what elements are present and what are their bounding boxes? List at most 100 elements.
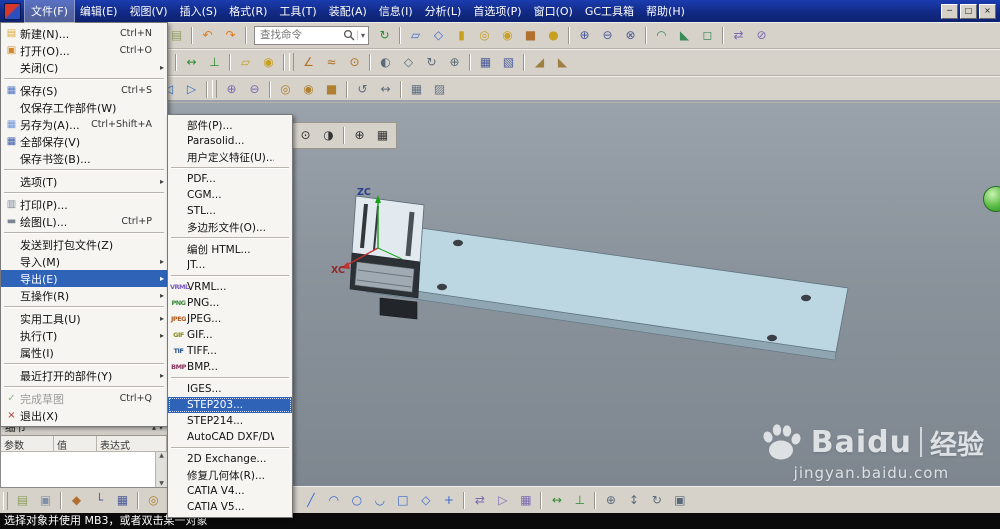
export-menu-item-r[interactable]: 修复几何体(R)...: [168, 467, 292, 483]
toolbar-grip[interactable]: [289, 53, 294, 71]
grid-display-button[interactable]: ▦: [406, 79, 427, 100]
file-menu-item-a[interactable]: ▦ 另存为(A)... Ctrl+Shift+A: [1, 116, 167, 133]
rectangle-tool-button[interactable]: □: [392, 490, 413, 511]
edge-blend-button[interactable]: ◠: [651, 25, 672, 46]
search-icon[interactable]: [341, 29, 357, 41]
chamfer-tool-button[interactable]: ◣: [552, 52, 573, 73]
fit-tool-button[interactable]: ▣: [669, 490, 690, 511]
block-button[interactable]: ■: [520, 25, 541, 46]
toolbar-grip[interactable]: [212, 80, 217, 98]
menubar-item-6[interactable]: 工具(T): [273, 0, 322, 22]
intersection-snap-button[interactable]: ⊙: [295, 125, 316, 146]
sketch-button[interactable]: ▱: [405, 25, 426, 46]
file-menu-item-p[interactable]: ▥ 打印(P)...: [1, 196, 167, 213]
rotate-tool-button[interactable]: ↻: [646, 490, 667, 511]
export-menu-item-parasolid[interactable]: Parasolid...: [168, 133, 292, 149]
constraint-tool-button[interactable]: ⊥: [569, 490, 590, 511]
undo-view-button[interactable]: ↺: [352, 79, 373, 100]
circle-tool-button[interactable]: ○: [346, 490, 367, 511]
intersect-button[interactable]: ⊗: [620, 25, 641, 46]
export-menu-item-stl[interactable]: STL...: [168, 203, 292, 219]
boolean-add-button[interactable]: ⊕: [221, 79, 242, 100]
export-menu-item-jpeg[interactable]: JPEG JPEG...: [168, 311, 292, 327]
export-menu-item-html[interactable]: 编创 HTML...: [168, 241, 292, 257]
cylinder-button[interactable]: ◎: [275, 79, 296, 100]
menubar-item-9[interactable]: 分析(L): [419, 0, 468, 22]
export-menu-item-o[interactable]: 多边形文件(O)...: [168, 219, 292, 235]
export-menu-item-pdf[interactable]: PDF...: [168, 171, 292, 187]
menubar-item-5[interactable]: 格式(R): [223, 0, 273, 22]
scroll-up-icon[interactable]: ▲: [159, 452, 164, 459]
export-menu-item-autocad-dxf-dwg[interactable]: AutoCAD DXF/DWG...: [168, 429, 292, 445]
file-menu-item-v[interactable]: ▦ 全部保存(V): [1, 133, 167, 150]
boss-button[interactable]: ◉: [298, 79, 319, 100]
layer-settings-button[interactable]: ▦: [475, 52, 496, 73]
point-tool-button[interactable]: +: [438, 490, 459, 511]
measure-angle-button[interactable]: ∠: [298, 52, 319, 73]
layer-visible-button[interactable]: ▧: [498, 52, 519, 73]
export-menu-item-gif[interactable]: GIF GIF...: [168, 327, 292, 343]
export-menu-item-2d-exchange[interactable]: 2D Exchange...: [168, 451, 292, 467]
file-menu-item-m[interactable]: 导入(M) ▸: [1, 253, 167, 270]
grid-snap-button[interactable]: ▦: [112, 490, 133, 511]
subtract-button[interactable]: ⊖: [597, 25, 618, 46]
restore-button[interactable]: □: [960, 3, 977, 19]
file-menu-item-t[interactable]: 执行(T) ▸: [1, 327, 167, 344]
menubar-item-8[interactable]: 信息(I): [373, 0, 419, 22]
details-scrollbar[interactable]: ▲ ▼: [155, 452, 167, 487]
file-menu-item-x[interactable]: × 退出(X): [1, 407, 167, 424]
menubar-item-4[interactable]: 插入(S): [174, 0, 224, 22]
file-menu-item-s[interactable]: ▦ 保存(S) Ctrl+S: [1, 82, 167, 99]
chamfer-button[interactable]: ◣: [674, 25, 695, 46]
scroll-down-icon[interactable]: ▼: [159, 480, 164, 487]
hole-button[interactable]: ◉: [497, 25, 518, 46]
wcs-toggle-button[interactable]: ⊕: [349, 125, 370, 146]
render-style-button[interactable]: ◐: [375, 52, 396, 73]
line-tool-button[interactable]: ╱: [300, 490, 321, 511]
pad-button[interactable]: ■: [321, 79, 342, 100]
pattern-tool-button[interactable]: ▦: [515, 490, 536, 511]
move-face-button[interactable]: ⇄: [728, 25, 749, 46]
arc-tool-button[interactable]: ◠: [323, 490, 344, 511]
measure-distance-button[interactable]: ⊙: [344, 52, 365, 73]
menubar-item-2[interactable]: 编辑(E): [74, 0, 124, 22]
file-menu-item-e[interactable]: 导出(E) ▸: [1, 270, 167, 287]
search-dropdown-icon[interactable]: ▾: [356, 30, 368, 40]
export-menu-item-step203[interactable]: STEP203...: [168, 397, 292, 413]
file-menu-item-b[interactable]: 保存书签(B)...: [1, 150, 167, 167]
export-menu-item-cgm[interactable]: CGM...: [168, 187, 292, 203]
polygon-tool-button[interactable]: ◇: [415, 490, 436, 511]
grid-toggle-button[interactable]: ▦: [372, 125, 393, 146]
command-finder[interactable]: ▾: [254, 25, 369, 45]
menubar-item-13[interactable]: 帮助(H): [640, 0, 691, 22]
ortho-toggle-button[interactable]: └: [89, 490, 110, 511]
dimension-tool-button[interactable]: ↔: [546, 490, 567, 511]
export-menu-item-step214[interactable]: STEP214...: [168, 413, 292, 429]
file-menu-item-w[interactable]: 仅保存工作部件(W): [1, 99, 167, 116]
mirror-tool-button[interactable]: ▷: [492, 490, 513, 511]
menubar-item-11[interactable]: 窗口(O): [528, 0, 579, 22]
shell-button[interactable]: ◻: [697, 25, 718, 46]
details-column-2[interactable]: 值: [54, 436, 97, 451]
file-menu-item-n[interactable]: ▤ 新建(N)... Ctrl+N: [1, 25, 167, 42]
export-menu-item-u[interactable]: 用户定义特征(U)...: [168, 149, 292, 165]
draft-button[interactable]: ◢: [529, 52, 550, 73]
menubar-item-3[interactable]: 视图(V): [123, 0, 173, 22]
clipboard-copy-button[interactable]: ▣: [35, 490, 56, 511]
export-menu-item-iges[interactable]: IGES...: [168, 381, 292, 397]
unite-button[interactable]: ⊕: [574, 25, 595, 46]
export-menu-item-bmp[interactable]: BMP BMP...: [168, 359, 292, 375]
menubar-item-10[interactable]: 首选项(P): [467, 0, 527, 22]
file-menu-item-c[interactable]: 关闭(C) ▸: [1, 59, 167, 76]
refresh-button[interactable]: ↻: [374, 25, 395, 46]
export-menu-item-tiff[interactable]: TIF TIFF...: [168, 343, 292, 359]
clipboard-paste-button[interactable]: ▤: [12, 490, 33, 511]
details-column-3[interactable]: 表达式: [97, 436, 167, 451]
undo-button[interactable]: ↶: [197, 25, 218, 46]
offset-tool-button[interactable]: ⇄: [469, 490, 490, 511]
paste-button[interactable]: ▤: [166, 25, 187, 46]
minimize-button[interactable]: ─: [941, 3, 958, 19]
file-menu-item-i[interactable]: 属性(I): [1, 344, 167, 361]
zoom-view-button[interactable]: ⊕: [444, 52, 465, 73]
redo-button[interactable]: ↷: [220, 25, 241, 46]
